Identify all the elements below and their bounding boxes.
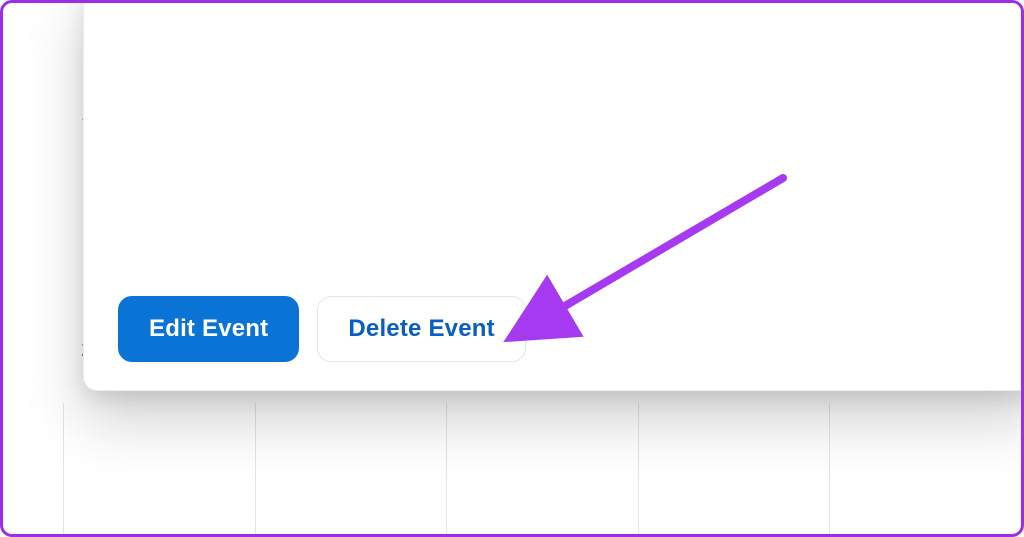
edit-event-button[interactable]: Edit Event bbox=[118, 296, 299, 362]
delete-event-button-label: Delete Event bbox=[348, 315, 494, 343]
modal-action-bar: Edit Event Delete Event bbox=[118, 296, 526, 362]
delete-event-button[interactable]: Delete Event bbox=[317, 296, 525, 362]
edit-event-button-label: Edit Event bbox=[149, 315, 268, 343]
screenshot-inner: 1 2 Edit Event Delete Event bbox=[3, 3, 1021, 534]
calendar-column-grid bbox=[63, 403, 1021, 534]
screenshot-frame: 1 2 Edit Event Delete Event bbox=[0, 0, 1024, 537]
event-modal: Edit Event Delete Event bbox=[83, 0, 1024, 391]
